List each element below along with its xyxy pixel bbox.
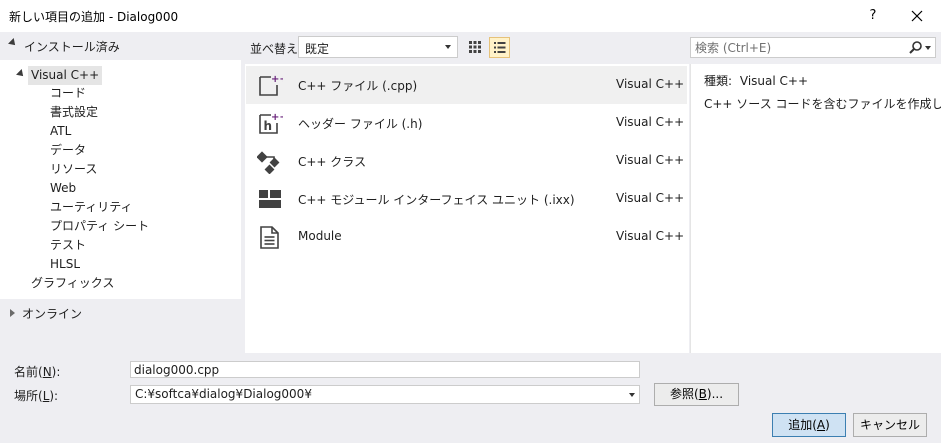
template-row-header-file[interactable]: h ++ ヘッダー ファイル (.h) Visual C++: [246, 104, 687, 142]
tree-item-visual-cpp[interactable]: Visual C++: [28, 66, 103, 85]
tree-item-utility[interactable]: ユーティリティ: [48, 198, 135, 217]
grid-view-icon: [469, 41, 481, 53]
cancel-button[interactable]: キャンセル: [853, 413, 927, 437]
sort-label: 並べ替え:: [250, 42, 303, 56]
browse-button[interactable]: 参照(B)...: [654, 383, 739, 406]
location-value: C:¥softca¥dialog¥Dialog000¥: [135, 387, 312, 401]
header-file-icon: h ++: [259, 112, 283, 134]
name-label: 名前(N):: [14, 365, 61, 379]
svg-text:++: ++: [271, 74, 283, 85]
tree-item-graphics[interactable]: グラフィックス: [29, 274, 116, 293]
template-language: Visual C++: [616, 77, 685, 91]
grid-view-button[interactable]: [465, 37, 485, 57]
template-row-cpp-file[interactable]: ++ C++ ファイル (.cpp) Visual C++: [246, 66, 687, 104]
search-dropdown-icon[interactable]: [925, 46, 931, 50]
tree-item-resource[interactable]: リソース: [48, 160, 99, 179]
installed-label[interactable]: インストール済み: [24, 38, 120, 55]
type-value: Visual C++: [739, 74, 809, 88]
location-combobox[interactable]: C:¥softca¥dialog¥Dialog000¥: [130, 385, 640, 404]
name-input[interactable]: [130, 361, 640, 378]
template-row-module[interactable]: Module Visual C++: [246, 218, 687, 256]
tree-item-test[interactable]: テスト: [48, 236, 88, 255]
close-icon: [911, 10, 923, 22]
cpp-file-icon: ++: [259, 74, 283, 96]
template-name: C++ クラス: [298, 155, 367, 169]
svg-text:++: ++: [271, 112, 283, 123]
collapsed-arrow-icon[interactable]: [10, 309, 15, 317]
close-button[interactable]: [900, 4, 934, 28]
template-language: Visual C++: [616, 115, 685, 129]
help-button[interactable]: ?: [856, 4, 890, 28]
class-icon: [257, 151, 280, 174]
location-label: 場所(L):: [14, 389, 59, 403]
tree-item-formatting[interactable]: 書式設定: [48, 103, 100, 122]
template-name: C++ モジュール インターフェイス ユニット (.ixx): [298, 193, 575, 207]
chevron-down-icon: [445, 45, 451, 49]
search-icon[interactable]: [908, 40, 923, 55]
template-language: Visual C++: [616, 153, 685, 167]
tree-item-code[interactable]: コード: [48, 84, 88, 103]
search-box: [690, 37, 936, 58]
chevron-down-icon[interactable]: [629, 393, 635, 397]
search-input[interactable]: [695, 38, 905, 57]
window-title: 新しい項目の追加 - Dialog000: [9, 10, 179, 24]
list-view-button[interactable]: [489, 37, 510, 58]
tree-item-web[interactable]: Web: [48, 179, 78, 198]
template-name: C++ ファイル (.cpp): [298, 79, 418, 93]
template-type: 種類: Visual C++: [704, 72, 808, 89]
add-button[interactable]: 追加(A): [772, 413, 846, 437]
list-view-icon: [494, 42, 506, 53]
sort-dropdown[interactable]: 既定: [298, 36, 458, 58]
template-row-module-interface[interactable]: C++ モジュール インターフェイス ユニット (.ixx) Visual C+…: [246, 180, 687, 218]
tree-item-atl[interactable]: ATL: [48, 122, 73, 141]
type-label: 種類:: [704, 74, 733, 88]
template-language: Visual C++: [616, 191, 685, 205]
module-interface-icon: [259, 190, 281, 208]
template-description: C++ ソース コードを含むファイルを作成します: [704, 97, 941, 111]
tree-item-data[interactable]: データ: [48, 141, 88, 160]
template-name: ヘッダー ファイル (.h): [298, 117, 423, 131]
template-row-cpp-class[interactable]: C++ クラス Visual C++: [246, 142, 687, 180]
online-label[interactable]: オンライン: [22, 305, 82, 322]
template-tree: [0, 60, 241, 299]
sort-value: 既定: [305, 42, 330, 56]
module-file-icon: [260, 226, 279, 249]
tree-item-property-sheet[interactable]: プロパティ シート: [48, 217, 151, 236]
tree-item-hlsl[interactable]: HLSL: [48, 255, 82, 274]
template-name: Module: [298, 229, 342, 243]
template-language: Visual C++: [616, 229, 685, 243]
